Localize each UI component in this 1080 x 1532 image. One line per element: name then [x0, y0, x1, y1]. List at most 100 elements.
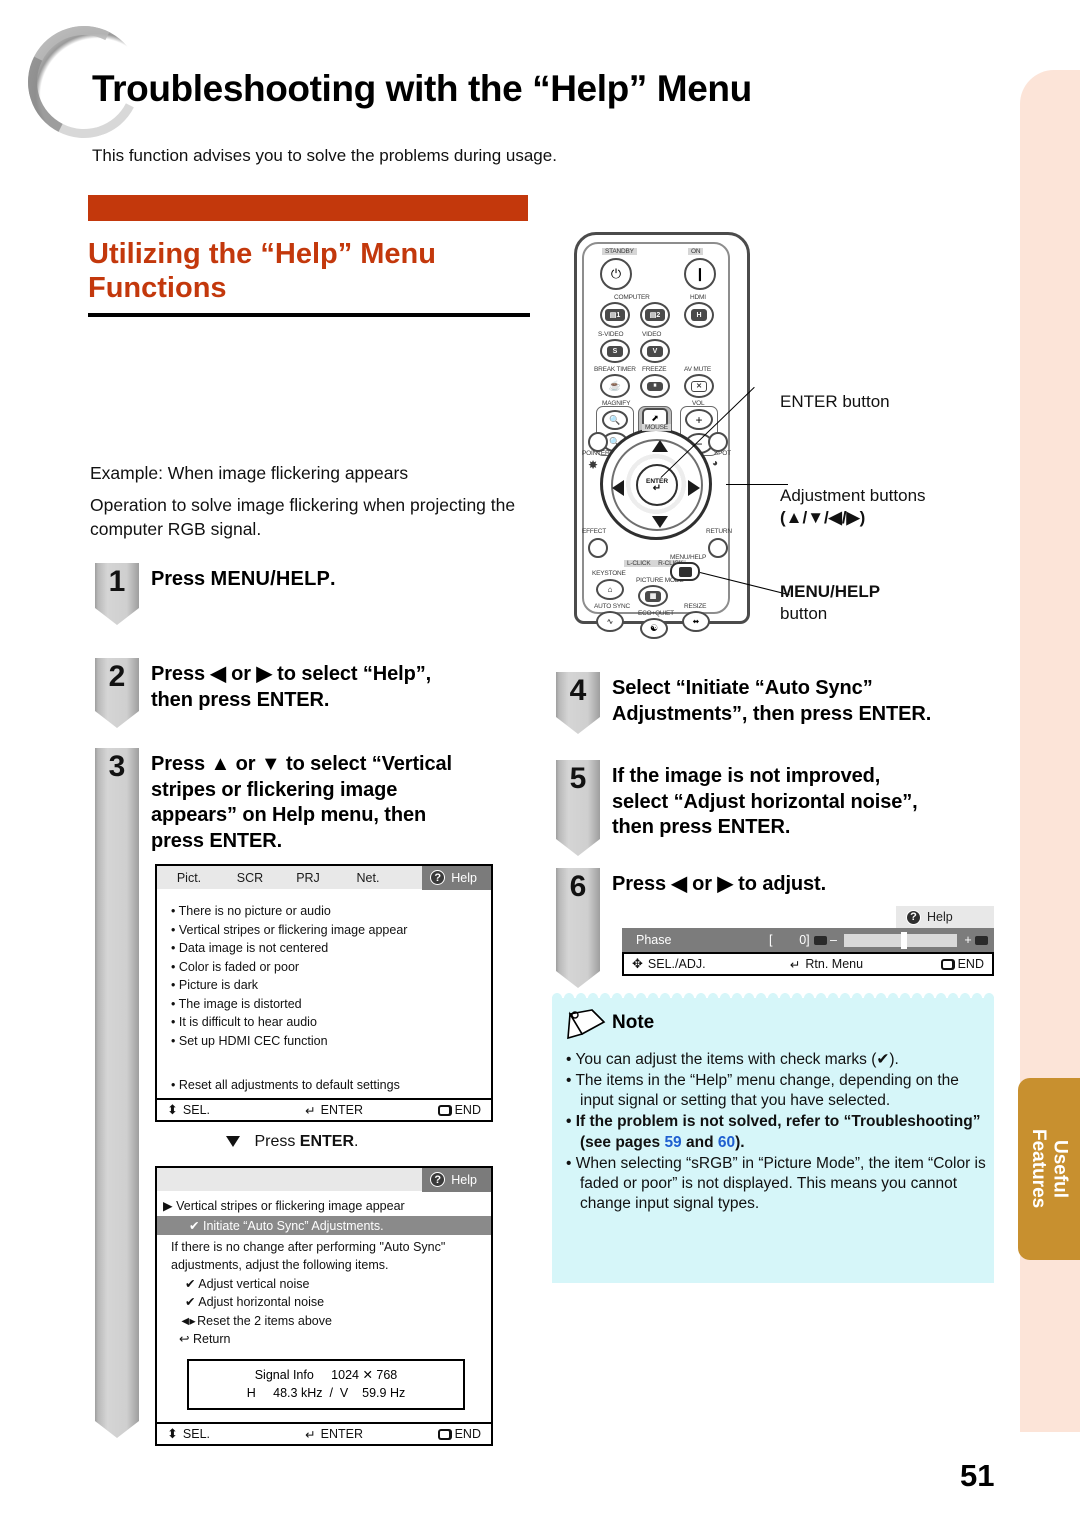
remote-on-button[interactable]: ❙ [684, 258, 716, 290]
osd-detail-footer-end-label: END [454, 1427, 481, 1441]
hdmi-key-label: H [696, 311, 702, 319]
phase-slider-thumb[interactable] [900, 931, 907, 949]
osd-footer-enter: ↵ ENTER [305, 1103, 437, 1118]
remote-video-button[interactable]: V [640, 339, 670, 363]
note-scallop-edge [552, 993, 994, 1003]
right-triangle-icon: ▶ [163, 1199, 173, 1213]
remote-picture-mode-button[interactable]: ▦ [638, 585, 668, 607]
osd-item-label: Data image is not centered [178, 941, 329, 955]
remote-spot-button[interactable] [708, 432, 728, 452]
osd-item[interactable]: • Color is faded or poor [171, 958, 481, 977]
reset-arrows-icon: ◄▸ [179, 1313, 196, 1328]
remote-auto-sync-button[interactable]: ∿ [596, 611, 624, 632]
menu-help-glyph [678, 566, 692, 577]
remote-label-computer: COMPUTER [614, 294, 650, 301]
remote-keystone-button[interactable]: ⌂ [596, 579, 624, 600]
page-ref-60[interactable]: 60 [718, 1134, 735, 1151]
osd-detail-body: ▶ Vertical stripes or flickering image a… [157, 1192, 491, 1422]
remote-menu-help-button[interactable] [670, 562, 700, 581]
osd-detail-tab-help[interactable]: ? Help [422, 1167, 491, 1192]
osd-tab-help-label: Help [451, 870, 477, 885]
callout-menu-help-line2: button [780, 604, 828, 624]
remote-label-effect: EFFECT [582, 528, 607, 535]
osd-item-label: Set up HDMI CEC function [178, 1033, 328, 1048]
osd-item-reset[interactable]: • Reset all adjustments to default setti… [171, 1076, 481, 1095]
signal-h-value: 48.3 kHz [273, 1386, 323, 1401]
osd-tab-help[interactable]: ? Help [422, 865, 491, 890]
remote-av-mute-button[interactable]: ✕ [684, 374, 714, 398]
osd-item[interactable]: • Data image is not centered [171, 939, 481, 958]
question-mark-icon: ? [430, 870, 446, 885]
dpad-down-arrow-icon[interactable] [652, 516, 668, 528]
question-mark-icon: ? [430, 1172, 446, 1187]
osd-tab-prj[interactable]: PRJ [279, 871, 337, 885]
osd-detail-return-item[interactable]: ↩ Return [171, 1330, 481, 1349]
osd-tab-net[interactable]: Net. [337, 871, 399, 885]
osd-item[interactable]: • Picture is dark [171, 976, 481, 995]
osd-item[interactable]: • There is no picture or audio [171, 902, 481, 921]
side-tab-line1: Useful [1049, 1139, 1071, 1199]
phase-adjust-row[interactable]: Phase [ 0 ] – + [622, 928, 994, 952]
remote-magnify-in-button[interactable]: 🔍 [602, 410, 628, 430]
osd-tab-scr[interactable]: SCR [221, 871, 279, 885]
question-mark-icon: ? [906, 909, 921, 925]
remote-computer2-button[interactable]: ▤ 2 [640, 302, 670, 328]
remote-return-button[interactable] [708, 538, 728, 558]
remote-svideo-button[interactable]: S [600, 339, 630, 363]
return-arrow-icon: ↩ [179, 1332, 190, 1346]
computer1-chip: ▤ 1 [605, 309, 625, 321]
callout-adjustment-arrows: (▲/▼/◀/▶) [780, 508, 866, 528]
remote-pointer-button[interactable] [588, 432, 608, 452]
step-1-number: 1 [108, 565, 126, 598]
example-heading: Example: When image flickering appears [90, 463, 409, 483]
remote-standby-button[interactable]: ⏻ [600, 258, 632, 290]
remote-computer1-button[interactable]: ▤ 1 [600, 302, 630, 328]
signal-v-value: 59.9 Hz [362, 1386, 406, 1401]
manual-page: Troubleshooting with the “Help” Menu Thi… [0, 0, 1080, 1532]
osd-item[interactable]: • Set up HDMI CEC function [171, 1032, 481, 1051]
osd-detail-check-item[interactable]: ✔ Adjust horizontal noise [171, 1293, 481, 1312]
phase-slider[interactable] [843, 931, 958, 949]
note-item: • You can adjust the items with check ma… [566, 1051, 899, 1068]
callout-menu-help-button: MENU/HELP button [780, 581, 880, 625]
section-accent-bar [88, 195, 528, 221]
dpad-left-arrow-icon[interactable] [612, 480, 624, 496]
osd-item[interactable]: • Vertical stripes or flickering image a… [171, 921, 481, 940]
phase-help-tab[interactable]: ? Help [896, 906, 994, 928]
note-item-text: When selecting “sRGB” in “Picture Mode”,… [575, 1154, 986, 1212]
dpad-up-arrow-icon[interactable] [652, 440, 668, 452]
osd-tab-pict[interactable]: Pict. [157, 871, 221, 885]
osd-detail-reset-item[interactable]: ◄▸ Reset the 2 items above [171, 1312, 481, 1331]
remote-hdmi-button[interactable]: H [684, 302, 714, 328]
check-icon: ✔ [185, 1276, 196, 1291]
side-tab-text: Useful Features [1028, 1129, 1071, 1208]
remote-freeze-button[interactable]: ⏸ [640, 374, 670, 398]
remote-break-timer-button[interactable]: ☕ [600, 374, 630, 398]
osd-detail-footer-sel: ⬍ SEL. [167, 1426, 305, 1442]
osd-footer-sel-label: SEL. [182, 1103, 211, 1117]
remote-vol-up-button[interactable]: + [685, 409, 713, 430]
osd-detail-return-label: Return [192, 1332, 231, 1346]
remote-eco-quiet-button[interactable]: ☯ [640, 618, 668, 639]
spot-icon: ◕ [712, 458, 718, 469]
signal-info-label: Signal Info [254, 1367, 314, 1382]
callout-enter-button: ENTER button [780, 392, 890, 411]
pointer-star-icon: ✸ [588, 458, 598, 472]
dpad-right-arrow-icon[interactable] [688, 480, 700, 496]
osd-item-label: The image is distorted [178, 996, 302, 1011]
video-chip: V [647, 345, 663, 357]
osd-detail-footer-sel-label: SEL. [182, 1427, 211, 1441]
osd-item[interactable]: • The image is distorted [171, 995, 481, 1014]
updown-arrow-icon: ⬍ [167, 1426, 178, 1441]
page-ref-59[interactable]: 59 [664, 1134, 681, 1151]
section-divider [88, 313, 530, 317]
osd-detail-desc-1: If there is no change after performing "… [171, 1239, 446, 1254]
phase-help-label: Help [927, 910, 953, 924]
osd-item[interactable]: • It is difficult to hear audio [171, 1013, 481, 1032]
remote-resize-button[interactable]: ⬌ [682, 611, 710, 632]
remote-enter-button[interactable]: ENTER ↵ [636, 464, 678, 506]
enter-return-icon: ↵ [652, 482, 662, 494]
osd-detail-selected-row[interactable]: ✔ Initiate “Auto Sync” Adjustments. [157, 1215, 491, 1235]
remote-effect-button[interactable] [588, 538, 608, 558]
osd-detail-check-item[interactable]: ✔ Adjust vertical noise [171, 1275, 481, 1294]
